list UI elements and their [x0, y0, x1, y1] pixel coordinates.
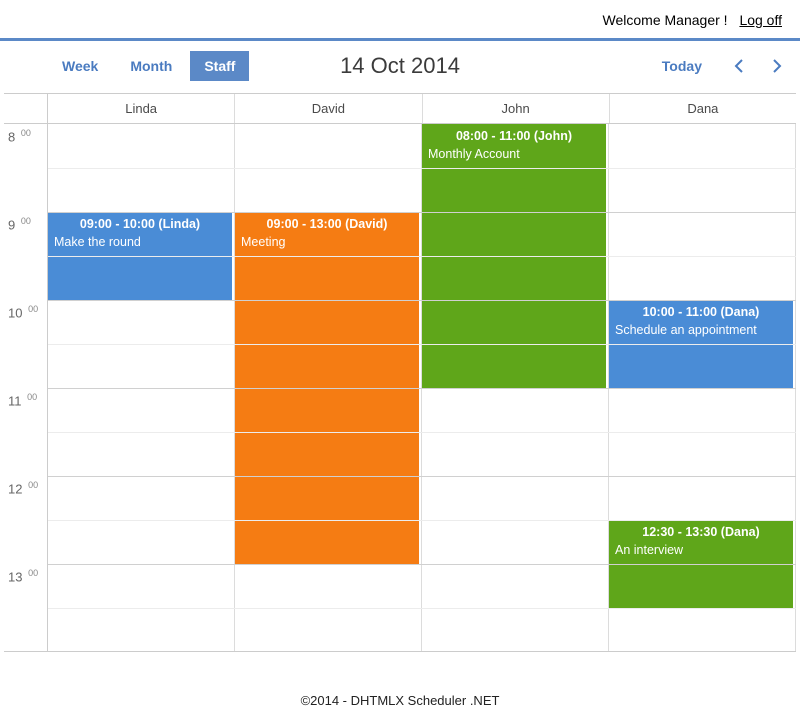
- view-switcher: Week Month Staff: [48, 51, 249, 81]
- column-headers: Linda David John Dana: [4, 93, 796, 124]
- grid-line: [48, 520, 796, 521]
- time-grid[interactable]: 8 00 9 00 10 00 11 00 12 00 13 00 09:00 - 10:…: [4, 124, 796, 652]
- time-gutter-header: [4, 94, 48, 123]
- hour-label: 9 00: [8, 216, 31, 232]
- prev-arrow-icon[interactable]: [730, 57, 748, 75]
- event-title: Meeting: [241, 234, 413, 250]
- tab-week[interactable]: Week: [48, 51, 112, 81]
- event-header: 09:00 - 10:00 (Linda): [54, 216, 226, 232]
- hour-label: 12 00: [8, 480, 38, 496]
- tab-staff[interactable]: Staff: [190, 51, 249, 81]
- hour-label: 13 00: [8, 568, 38, 584]
- column-header: David: [235, 94, 422, 123]
- grid-line: [48, 432, 796, 433]
- hour-label: 11 00: [8, 392, 37, 408]
- hour-label: 8 00: [8, 128, 31, 144]
- nav-controls: Today: [654, 52, 786, 80]
- current-date: 14 Oct 2014: [340, 53, 460, 79]
- grid-line: [48, 300, 796, 301]
- top-bar: Welcome Manager ! Log off: [0, 0, 800, 38]
- hour-label: 10 00: [8, 304, 38, 320]
- event-title: Schedule an appointment: [615, 322, 787, 338]
- column-header: Dana: [610, 94, 796, 123]
- tab-month[interactable]: Month: [116, 51, 186, 81]
- scheduler: Linda David John Dana 8 00 9 00 10 00 11 00…: [4, 93, 796, 652]
- welcome-text: Welcome Manager !: [603, 12, 728, 28]
- grid-line: [48, 476, 796, 477]
- grid-line: [48, 344, 796, 345]
- footer-text: ©2014 - DHTMLX Scheduler .NET: [0, 693, 800, 708]
- column-header: John: [423, 94, 610, 123]
- grid-line: [48, 256, 796, 257]
- next-arrow-icon[interactable]: [768, 57, 786, 75]
- logoff-link[interactable]: Log off: [739, 12, 782, 28]
- event-title: An interview: [615, 542, 787, 558]
- event-title: Monthly Account: [428, 146, 600, 162]
- today-button[interactable]: Today: [654, 52, 710, 80]
- event-title: Make the round: [54, 234, 226, 250]
- column-header: Linda: [48, 94, 235, 123]
- time-gutter: 8 00 9 00 10 00 11 00 12 00 13 00: [4, 124, 48, 651]
- grid-line: [48, 388, 796, 389]
- event-header: 10:00 - 11:00 (Dana): [615, 304, 787, 320]
- event-header: 08:00 - 11:00 (John): [428, 128, 600, 144]
- event-header: 12:30 - 13:30 (Dana): [615, 524, 787, 540]
- columns-area: 09:00 - 10:00 (Linda) Make the round 09:0…: [48, 124, 796, 651]
- grid-line: [48, 168, 796, 169]
- grid-line: [48, 212, 796, 213]
- grid-line: [48, 564, 796, 565]
- scheduler-toolbar: Week Month Staff 14 Oct 2014 Today: [0, 41, 800, 89]
- grid-line: [48, 608, 796, 609]
- event-header: 09:00 - 13:00 (David): [241, 216, 413, 232]
